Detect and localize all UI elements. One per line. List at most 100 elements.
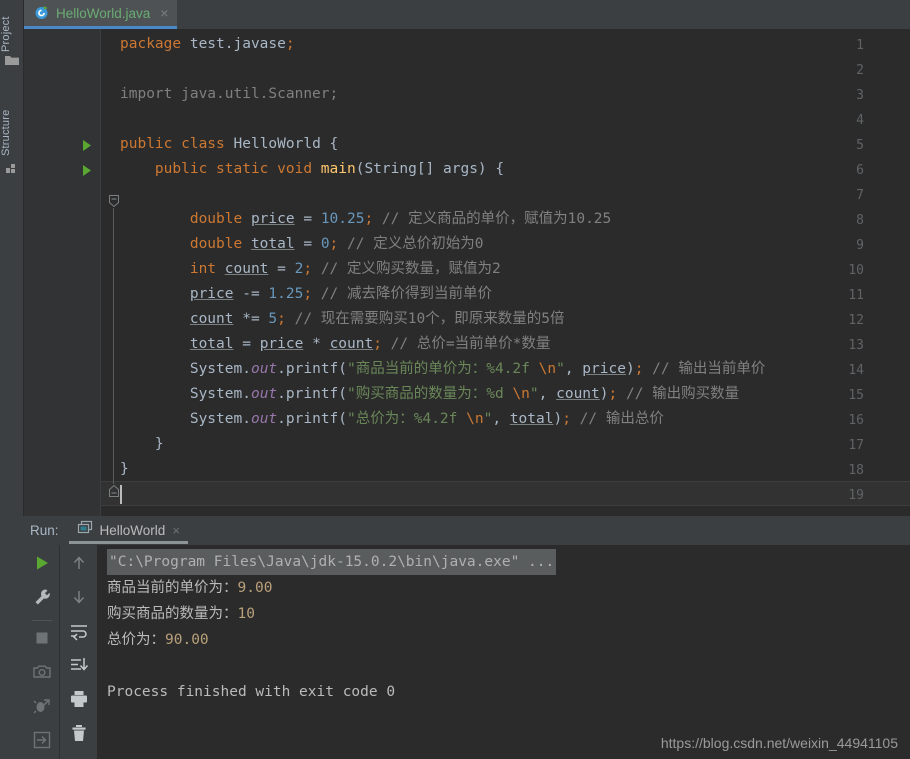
clear-all-trash-icon[interactable] [69, 723, 89, 743]
code-token: // 现在需要购买10个，即原来数量的5倍 [285, 311, 565, 327]
code-token: = [294, 211, 321, 227]
code-token: ; [364, 211, 374, 227]
structure-icon[interactable] [4, 160, 20, 176]
run-gutter-play-icon[interactable] [81, 158, 93, 183]
code-token: 0 [320, 236, 330, 252]
code-token: = [294, 236, 321, 252]
code-token: \n [512, 386, 530, 402]
code-token: count [329, 336, 374, 352]
editor-tab-bar: HelloWorld.java × [24, 0, 910, 29]
close-icon[interactable]: × [160, 6, 168, 20]
code-token: System [189, 386, 243, 402]
code-token: 1.25 [268, 286, 304, 302]
console-line: Process finished with exit code 0 [107, 684, 396, 700]
code-token: total [189, 336, 234, 352]
fold-marker-collapse-icon[interactable] [108, 194, 120, 219]
code-token: ; [329, 86, 339, 102]
code-token: public [120, 136, 182, 152]
code-line: System.out.printf("商品当前的单价为：%4.2f \n", p… [120, 357, 766, 382]
text-caret [120, 485, 122, 504]
console-command-line: "C:\Program Files\Java\jdk-15.0.2\bin\ja… [107, 549, 557, 575]
code-token: \n [466, 411, 484, 427]
code-token: total [509, 411, 554, 427]
exit-icon [32, 730, 52, 750]
rerun-icon[interactable] [32, 553, 52, 573]
code-token: " [556, 361, 565, 377]
run-toolbar-primary [24, 545, 60, 759]
code-token: ) [599, 386, 609, 402]
code-line: total = price * count; // 总价=当前单价*数量 [120, 332, 551, 357]
code-token: // 定义商品的单价，赋值为10.25 [373, 211, 612, 227]
code-token: "总价为：%4.2f [347, 411, 467, 427]
code-token: out [250, 411, 278, 427]
left-tool-strip: Project Structure [0, 0, 24, 516]
console-output-text: 购买商品的数量为： [107, 606, 238, 622]
settings-wrench-icon[interactable] [32, 587, 52, 607]
code-line: double total = 0; // 定义总价初始为0 [120, 232, 484, 257]
print-icon[interactable] [69, 689, 89, 709]
code-token: , [538, 386, 557, 402]
fold-marker-end-icon[interactable] [108, 484, 120, 509]
code-token: , [564, 361, 583, 377]
code-token: count [556, 386, 600, 402]
sidebar-item-project[interactable]: Project [0, 2, 24, 52]
code-text[interactable]: package test.javase; import java.util.Sc… [120, 29, 910, 516]
stop-icon [32, 628, 52, 648]
code-token: // 定义购买数量，赋值为2 [312, 261, 501, 277]
code-token: price [582, 361, 626, 377]
code-token: = [268, 261, 295, 277]
console-output[interactable]: "C:\Program Files\Java\jdk-15.0.2\bin\ja… [97, 545, 910, 759]
down-arrow-icon [69, 587, 89, 607]
code-token: 5 [268, 311, 278, 327]
code-token: // 输出当前单价 [643, 361, 766, 377]
run-label: Run: [30, 523, 59, 538]
code-token: count [224, 261, 269, 277]
code-token: "商品当前的单价为：%4.2f [347, 361, 539, 377]
sidebar-item-project-label: Project [0, 16, 12, 52]
code-token: \n [538, 361, 557, 377]
java-class-icon [34, 5, 50, 21]
run-gutter-play-icon[interactable] [81, 133, 93, 158]
run-toolbar-secondary [61, 545, 97, 759]
code-token: import [120, 86, 182, 102]
code-token: // 定义总价初始为0 [338, 236, 484, 252]
scroll-to-end-icon[interactable] [69, 655, 89, 675]
console-line: 购买商品的数量为：10 [97, 601, 910, 627]
editor-tab-label: HelloWorld.java [56, 5, 151, 21]
code-token: static [216, 161, 278, 177]
soft-wrap-icon[interactable] [69, 621, 89, 641]
code-token: 10.25 [320, 211, 365, 227]
code-token: ; [562, 411, 571, 427]
editor-gutter[interactable] [24, 29, 100, 516]
code-token: HelloWorld [233, 136, 321, 152]
code-token: } [120, 436, 164, 452]
code-editor[interactable]: 1 2 3 4 5 6 7 8 9 10 11 12 13 14 15 16 17 18 19 package te… [24, 29, 910, 516]
code-line: public class HelloWorld { [120, 132, 338, 157]
run-config-icon [77, 520, 93, 541]
code-token: double [189, 236, 251, 252]
fold-region-line [113, 208, 114, 484]
watermark-url: https://blog.csdn.net/weixin_44941105 [660, 735, 898, 751]
code-token: .printf( [277, 411, 348, 427]
editor-tab-helloworld[interactable]: HelloWorld.java × [24, 0, 178, 29]
sidebar-item-structure[interactable]: Structure [0, 92, 24, 156]
gutter-divider [100, 29, 101, 516]
toolbar-divider [32, 620, 52, 621]
code-token: ; [303, 261, 313, 277]
code-token: // 减去降价得到当前单价 [312, 286, 492, 302]
code-line: package test.javase; [120, 32, 295, 57]
folder-icon[interactable] [4, 52, 20, 68]
run-tab-helloworld[interactable]: HelloWorld × [68, 516, 189, 545]
dump-threads-bug-icon [32, 696, 52, 716]
code-line: count *= 5; // 现在需要购买10个，即原来数量的5倍 [120, 307, 565, 332]
code-token: , [492, 411, 510, 427]
close-icon[interactable]: × [172, 523, 180, 538]
code-token: // 输出购买数量 [617, 386, 740, 402]
